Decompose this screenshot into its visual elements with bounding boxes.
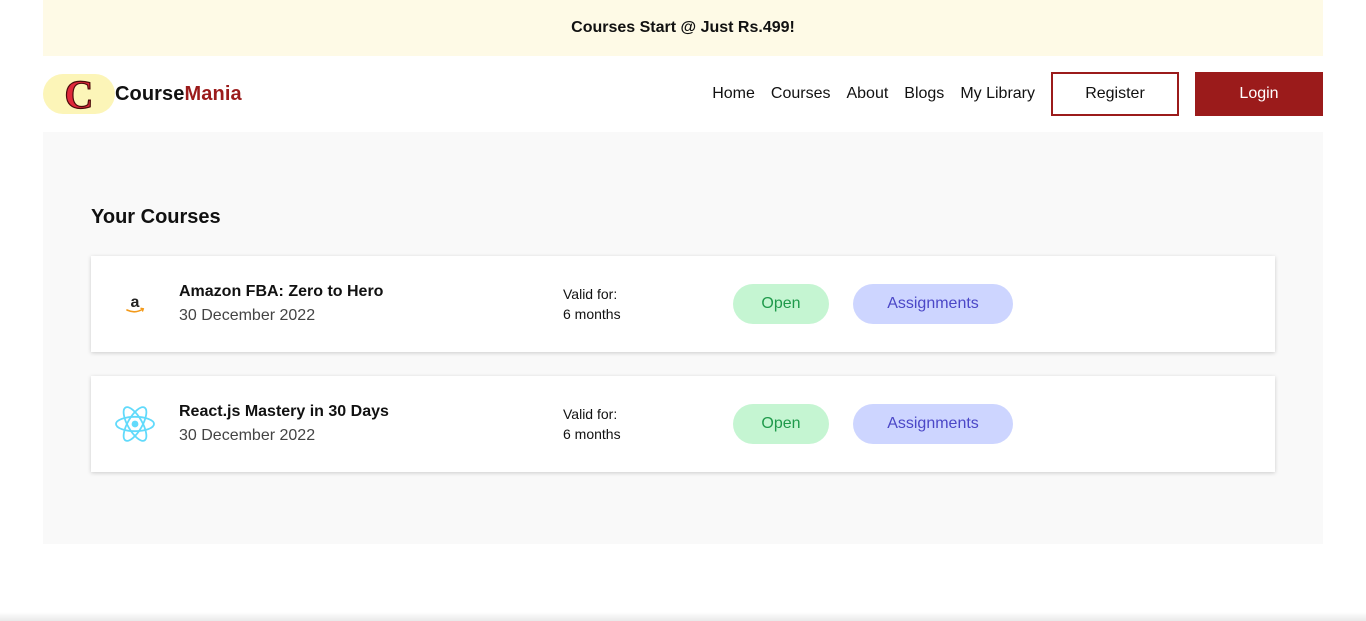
course-card: a Amazon FBA: Zero to Hero 30 December 2… [91,256,1275,352]
nav-link-home[interactable]: Home [712,85,755,103]
react-icon [113,404,157,444]
assignments-button[interactable]: Assignments [853,404,1013,444]
validity-label: Valid for: [563,406,618,422]
validity-value: 6 months [563,306,621,322]
nav-link-blogs[interactable]: Blogs [904,85,944,103]
logo[interactable]: C CourseMania [43,74,242,114]
course-name: React.js Mastery in 30 Days [179,403,389,420]
section-title: Your Courses [91,206,221,228]
courses-section: Your Courses a Amazon FBA: Zero to Hero … [43,132,1323,544]
open-button[interactable]: Open [733,404,829,444]
promo-banner-text: Courses Start @ Just Rs.499! [571,19,795,36]
validity-label: Valid for: [563,286,618,302]
nav-link-my-library[interactable]: My Library [960,85,1035,103]
brand-name: CourseMania [115,83,242,106]
open-button[interactable]: Open [733,284,829,324]
assignments-button[interactable]: Assignments [853,284,1013,324]
nav-link-courses[interactable]: Courses [771,85,831,103]
brand-name-part2: Mania [184,82,242,105]
course-name: Amazon FBA: Zero to Hero [179,283,384,300]
navbar: C CourseMania Home Courses About Blogs M… [43,56,1323,132]
course-date: 30 December 2022 [179,307,316,324]
logo-badge: C [43,74,115,114]
nav-link-about[interactable]: About [846,85,888,103]
amazon-icon: a [113,284,157,324]
page: Courses Start @ Just Rs.499! C CourseMan… [0,0,1366,621]
footer-edge [0,612,1366,621]
login-button[interactable]: Login [1195,72,1323,116]
course-date: 30 December 2022 [179,427,316,444]
promo-banner: Courses Start @ Just Rs.499! [43,0,1323,56]
validity-value: 6 months [563,426,621,442]
brand-name-part1: Course [115,82,185,105]
svg-text:a: a [131,294,140,311]
nav-links: Home Courses About Blogs My Library Regi… [696,72,1323,116]
logo-c-icon: C [64,75,94,113]
course-card: React.js Mastery in 30 Days 30 December … [91,376,1275,472]
svg-text:C: C [65,75,94,113]
register-button[interactable]: Register [1051,72,1179,116]
